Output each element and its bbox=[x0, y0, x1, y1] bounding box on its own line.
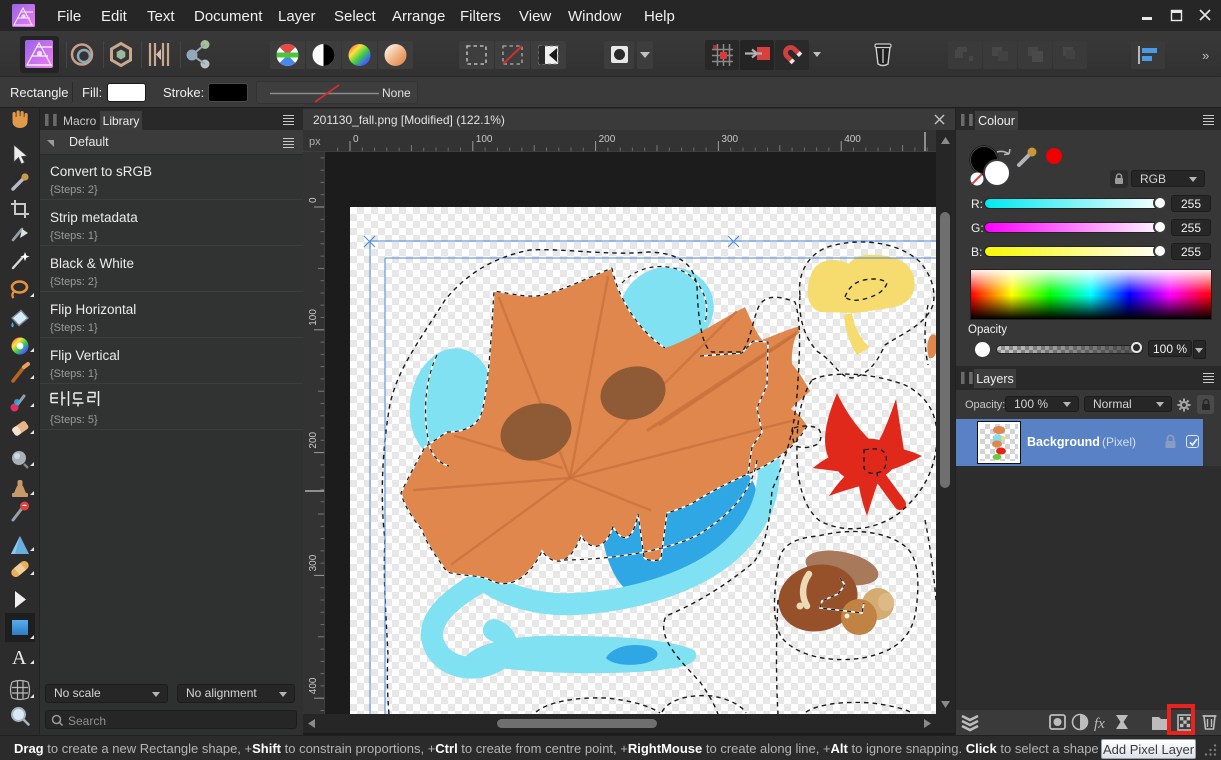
svg-text:200: 200 bbox=[599, 134, 616, 145]
svg-text:»: » bbox=[1202, 48, 1209, 63]
svg-text:0: 0 bbox=[308, 197, 319, 203]
svg-text:300: 300 bbox=[721, 134, 738, 145]
svg-text:200: 200 bbox=[308, 431, 319, 448]
svg-text:100: 100 bbox=[476, 134, 493, 145]
svg-text:400: 400 bbox=[308, 677, 319, 694]
svg-text:100: 100 bbox=[308, 309, 319, 326]
svg-text:400: 400 bbox=[844, 134, 861, 145]
svg-text:px: px bbox=[309, 136, 321, 148]
svg-text:0: 0 bbox=[353, 134, 359, 145]
svg-text:300: 300 bbox=[308, 554, 319, 571]
svg-text:A: A bbox=[12, 647, 27, 669]
svg-text:fx: fx bbox=[1094, 716, 1105, 732]
